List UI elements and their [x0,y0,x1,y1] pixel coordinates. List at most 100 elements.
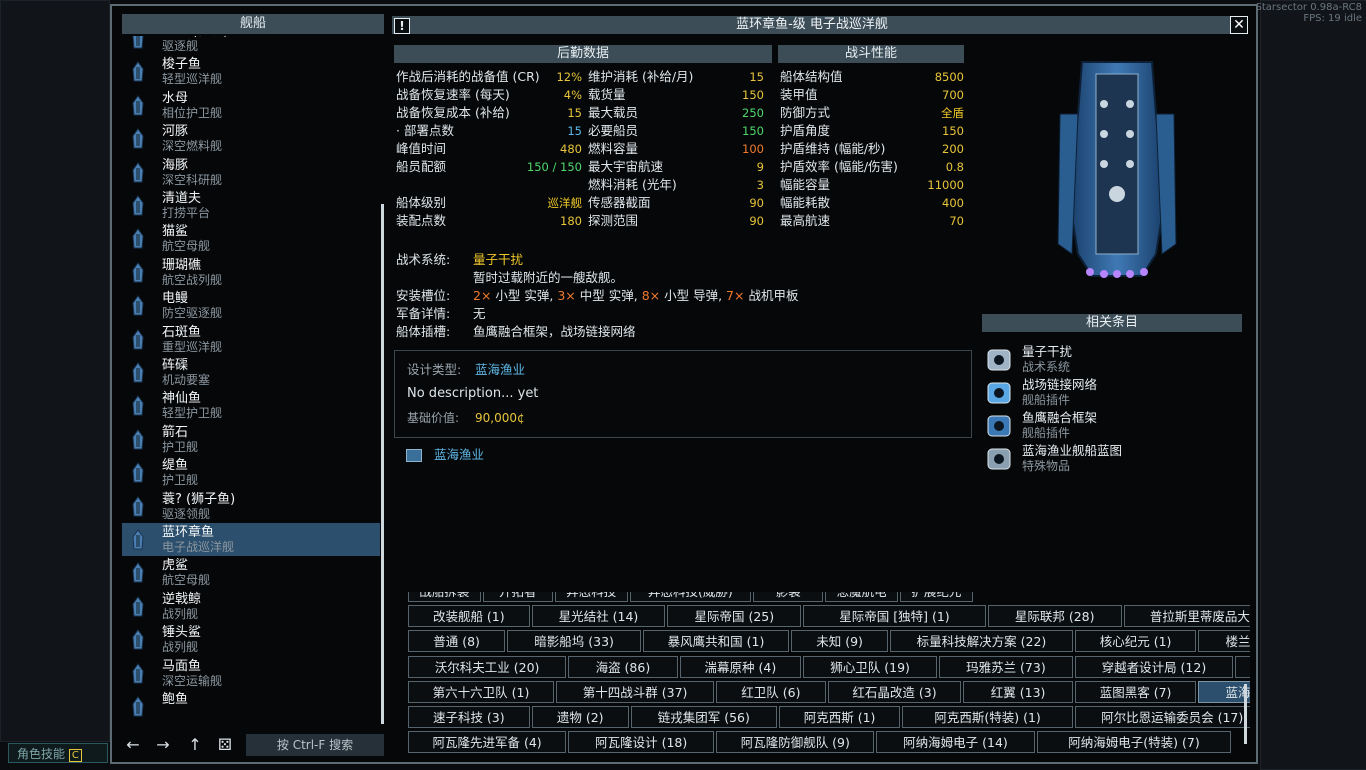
tag-filter-button[interactable]: 海盗 (86) [568,655,678,678]
ship-list-item[interactable]: 水母 相位护卫舰 [122,89,380,122]
stat-label: 护盾效率 (幅能/伤害) [780,159,898,174]
tag-filter-button[interactable]: 异态科技(威胁) [629,592,752,602]
tag-filter-button[interactable]: 暗影船坞 (33) [507,630,641,653]
tag-filter-button[interactable]: 异态科技 [554,592,628,602]
ship-list-item[interactable]: 河豚 深空燃料舰 [122,122,380,155]
tag-filter-button[interactable]: 开拓者 [482,592,553,602]
mounts-value: 2× 小型 实弹, 3× 中型 实弹, 8× 小型 导弹, 7× 战机甲板 [473,287,798,305]
tag-filter-button[interactable]: 标量科技解决方案 (22) [890,630,1073,653]
related-entry[interactable]: 蓝海渔业舰船蓝图 特殊物品 [984,443,1244,475]
search-button[interactable]: 按 Ctrl-F 搜索 [246,734,384,756]
tag-filter-button[interactable]: 红石晶改造 (3) [827,680,962,703]
tag-filter-button[interactable]: 玛雅苏兰 (73) [939,655,1073,678]
close-button[interactable]: ✕ [1230,16,1248,34]
ship-list-item[interactable]: 猫鲨 航空母舰 [122,222,380,255]
ship-list-item[interactable]: 箭石 护卫舰 [122,423,380,456]
back-arrow-icon[interactable]: ← [124,736,142,754]
design-type-value[interactable]: 蓝海渔业 [475,361,525,379]
tag-filter-button[interactable]: 湍幕原种 (4) [679,655,802,678]
alert-icon[interactable]: ! [394,18,410,34]
stat-label: 维护消耗 (补给/月) [588,69,694,84]
tag-filter-button[interactable]: 核心纪元 (1) [1074,630,1197,653]
tag-filter-button[interactable]: 阿克西斯 (1) [778,706,901,728]
codex-window: 舰船 亲鱼 (魔嘴)驱逐舰梭子鱼轻型巡洋舰水母相位护卫舰河豚深空燃料舰海豚深空科… [110,4,1258,764]
tag-filter-button[interactable]: 遗物 (2) [531,706,629,728]
ship-list-item[interactable]: 马面鱼 深空运输舰 [122,657,380,690]
tag-filter-button[interactable]: 楼兰工业 (35) [1198,630,1250,653]
ship-list-item[interactable]: 鲍鱼 [122,690,380,723]
forward-arrow-icon[interactable]: → [154,736,172,754]
ship-class: 驱逐舰 [162,39,199,53]
ship-list-item[interactable]: 虎鲨 航空母舰 [122,556,380,589]
tag-filter-button[interactable]: 普拉斯里蒂废品大师 (28) [1123,605,1250,628]
related-entry[interactable]: 量子干扰 战术系统 [984,344,1244,376]
tag-filter-button[interactable]: 链戎集团军 (56) [630,706,777,728]
ship-list-item[interactable]: 锤头鲨 战列舰 [122,623,380,656]
tag-filter-button[interactable]: 沃尔科夫工业 (20) [408,655,567,678]
random-dice-icon[interactable]: ⚄ [216,736,234,754]
tag-filter-button[interactable]: 第八战斗群 (2) [1235,655,1250,678]
tag-filter-button[interactable]: 第六十六卫队 (1) [408,680,554,703]
ship-class: 深空运输舰 [162,673,223,688]
character-skills-button[interactable]: 角色技能 C [8,743,108,763]
stat-row: · 部署点数 15 [396,122,582,140]
tag-filter-button[interactable]: 暴风鹰共和国 (1) [643,630,789,653]
tag-filter-button[interactable]: 战船拆装 [408,592,481,602]
ship-list-item[interactable]: 清道夫 打捞平台 [122,189,380,222]
ship-list-item[interactable]: 海豚 深空科研舰 [122,156,380,189]
ship-thumbnail-icon [130,128,146,150]
ship-list-item[interactable]: 逆戟鲸 战列舰 [122,590,380,623]
ship-list-item[interactable]: 缇鱼 护卫舰 [122,456,380,489]
tag-filter-button[interactable]: 悲魔航电 [825,592,898,602]
ship-thumbnail-icon [130,696,146,718]
ship-list-item[interactable]: 珊瑚礁 航空战列舰 [122,256,380,289]
tag-filter-button[interactable]: 阿纳海姆电子(特装) (7) [1036,731,1232,754]
tag-filter-button[interactable]: 未知 (9) [791,630,889,653]
ship-class: 深空燃料舰 [162,139,223,154]
armament-value: 无 [473,306,486,321]
tag-filter-button[interactable]: 阿瓦隆防御舰队 (9) [716,731,875,754]
tag-filter-button[interactable]: 狮心卫队 (19) [803,655,937,678]
mounts-label: 安装槽位: [396,288,451,303]
ship-list-item[interactable]: 蓝环章鱼 电子战巡洋舰 [122,523,380,556]
tag-filter-button[interactable]: 扩展纪元 [900,592,973,602]
ship-list-item[interactable]: 梭子鱼 轻型巡洋舰 [122,55,380,88]
tag-filter-button[interactable]: 星际帝国 [独特] (1) [803,605,986,628]
tag-filter-button[interactable]: 阿瓦隆设计 (18) [568,731,715,754]
tag-filter-button[interactable]: 阿克西斯(特装) (1) [902,706,1073,728]
ship-list-item[interactable]: 石斑鱼 重型巡洋舰 [122,323,380,356]
tag-filter-button[interactable]: 红卫队 (6) [716,680,826,703]
up-arrow-icon[interactable]: ↑ [186,736,204,754]
stat-value: 15 [567,124,582,138]
faction-link[interactable]: 蓝海渔业 [406,446,484,464]
ship-list-scrollbar[interactable] [381,204,384,724]
ship-list-item[interactable]: 蓑? (狮子鱼) 驱逐领舰 [122,490,380,523]
tag-filter-button[interactable]: 穿越者设计局 (12) [1074,655,1233,678]
tag-filter-button[interactable]: 阿纳海姆电子 (14) [876,731,1035,754]
tag-filter-button[interactable]: 速子科技 (3) [408,706,530,728]
tag-filter-button[interactable]: 星际帝国 (25) [667,605,802,628]
ship-list-item[interactable]: 亲鱼 (魔嘴)驱逐舰 [122,36,380,55]
tag-filter-button[interactable]: 蓝图黑客 (7) [1074,680,1197,703]
tag-filter-button[interactable]: 普通 (8) [408,630,506,653]
stat-value: 0.8 [945,160,964,174]
tag-filter-button[interactable]: 星际联邦 (28) [987,605,1122,628]
ship-list-item[interactable]: 电鳗 防空驱逐舰 [122,289,380,322]
version-readout: Starsector 0.98a-RC8 FPS: 19 idle [1255,2,1363,24]
tag-filter-button[interactable]: 红翼 (13) [963,680,1073,703]
tag-filter-button[interactable]: 改装舰船 (1) [408,605,530,628]
ship-list-item[interactable]: 砗磲 机动要塞 [122,356,380,389]
stat-row: 战备恢复速率 (每天) 4% [396,86,582,104]
tag-filter-button[interactable]: 星光结社 (14) [531,605,666,628]
tag-filter-button[interactable]: 第十四战斗群 (37) [556,680,715,703]
tags-scrollbar[interactable] [1244,684,1247,744]
tag-filter-button[interactable]: 阿尔比恩运输委员会 (17) [1074,706,1250,728]
ship-list-item[interactable]: 神仙鱼 轻型护卫舰 [122,389,380,422]
ship-name: 电鳗 [162,291,189,307]
tag-filter-button[interactable]: 蓝海渔业 (35) [1198,680,1250,703]
related-entry[interactable]: 鱼鹰融合框架 舰船插件 [984,410,1244,442]
related-entry[interactable]: 战场链接网络 舰船插件 [984,377,1244,409]
tag-filter-button[interactable]: 阿瓦隆先进军备 (4) [408,731,567,754]
tag-filter-button[interactable]: 影袭 [753,592,824,602]
tactical-system-icon [986,347,1012,373]
